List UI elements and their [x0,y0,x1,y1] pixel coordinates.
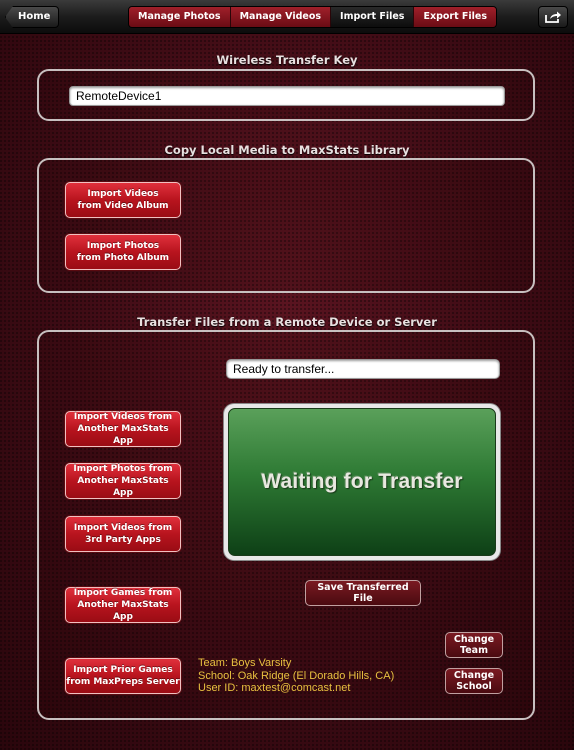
wireless-panel: RemoteDevice1 [37,69,535,121]
wireless-section-title: Wireless Transfer Key [216,53,358,67]
import-videos-3rd-party-button[interactable]: Import Videos from 3rd Party Apps [65,516,181,552]
tab-import-files[interactable]: Import Files [331,7,415,27]
home-button[interactable]: Home [5,6,60,28]
change-school-button[interactable]: Change School [445,668,503,694]
import-videos-maxstats-button[interactable]: Import Videos from Another MaxStats App [65,411,181,447]
tab-manage-photos[interactable]: Manage Photos [129,7,231,27]
copy-local-section-title: Copy Local Media to MaxStats Library [164,143,410,157]
transfer-section-title: Transfer Files from a Remote Device or S… [137,315,437,329]
school-text: School: Oak Ridge (El Dorado Hills, CA) [198,669,395,682]
wireless-key-input[interactable]: RemoteDevice1 [69,86,505,106]
top-toolbar: Home Manage Photos Manage Videos Import … [0,0,574,34]
import-photos-maxstats-button[interactable]: Import Photos from Another MaxStats App [65,463,181,499]
team-text: Team: Boys Varsity [198,657,292,669]
tab-export-files[interactable]: Export Files [414,7,497,27]
share-icon [545,11,561,23]
import-videos-album-button[interactable]: Import Videos from Video Album [65,182,181,218]
import-photos-album-button[interactable]: Import Photos from Photo Album [65,234,181,270]
copy-local-panel: Import Videos from Video Album Import Ph… [37,158,535,293]
change-team-button[interactable]: Change Team [445,632,503,658]
segmented-tabs: Manage Photos Manage Videos Import Files… [128,6,498,28]
user-id-text: User ID: maxtest@comcast.net [198,682,351,694]
account-info: Team: Boys Varsity School: Oak Ridge (El… [198,657,394,695]
waiting-for-transfer-label: Waiting for Transfer [228,408,496,556]
import-prior-games-button[interactable]: Import Prior Games from MaxPreps Server [65,658,181,694]
save-transferred-file-button[interactable]: Save Transferred File [305,580,421,606]
waiting-for-transfer-box: Waiting for Transfer [224,404,500,560]
transfer-status-field: Ready to transfer... [226,359,500,379]
import-games-maxstats-button[interactable]: Import Games from Another MaxStats App [65,587,181,623]
tab-manage-videos[interactable]: Manage Videos [230,7,332,27]
share-button[interactable] [538,6,568,28]
